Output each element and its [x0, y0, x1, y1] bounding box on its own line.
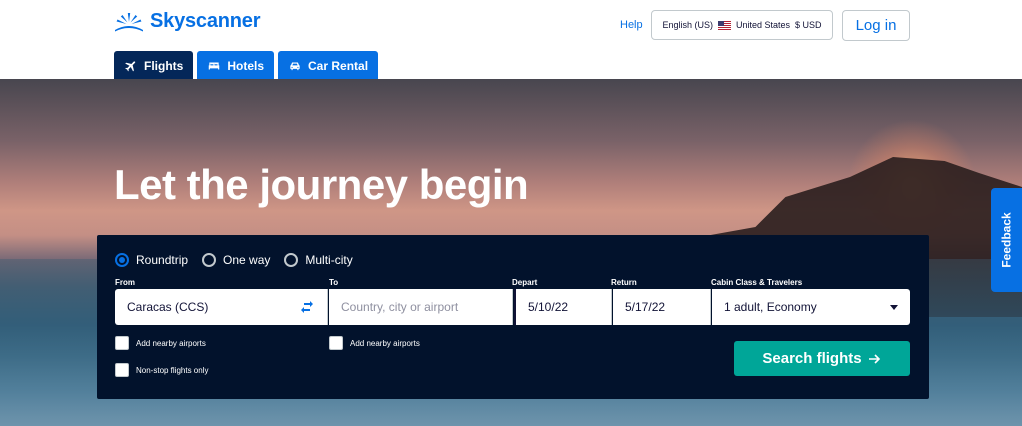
return-label: Return [611, 278, 637, 287]
swap-arrows-icon[interactable] [299, 299, 315, 315]
multi-city-radio[interactable]: Multi-city [284, 253, 353, 267]
depart-label: Depart [512, 278, 538, 287]
flight-search-panel: Roundtrip One way Multi-city From To Dep… [97, 235, 929, 399]
currency-label: $ USD [795, 20, 822, 30]
tab-car-rental[interactable]: Car Rental [278, 51, 379, 80]
radio-checked-icon [115, 253, 129, 267]
feedback-tab[interactable]: Feedback [991, 188, 1022, 292]
plane-icon [125, 60, 136, 71]
add-nearby-from-checkbox[interactable]: Add nearby airports [115, 336, 206, 350]
return-date-input[interactable]: 5/17/22 [613, 289, 711, 325]
cabin-travelers-select[interactable]: 1 adult, Economy [712, 289, 910, 325]
sunrise-logo-icon [115, 12, 143, 31]
nonstop-label: Non-stop flights only [136, 365, 209, 375]
from-value: Caracas (CCS) [127, 300, 209, 314]
login-button[interactable]: Log in [842, 10, 910, 41]
nonstop-checkbox[interactable]: Non-stop flights only [115, 363, 208, 377]
multi-city-label: Multi-city [305, 253, 353, 267]
return-value: 5/17/22 [625, 300, 666, 314]
depart-value: 5/10/22 [528, 300, 569, 314]
bed-icon [209, 62, 220, 69]
site-header: Skyscanner Help English (US) United Stat… [0, 0, 1022, 80]
tab-flights-label: Flights [144, 58, 184, 73]
checkbox-box [115, 336, 129, 350]
tab-hotels[interactable]: Hotels [197, 51, 275, 80]
chevron-down-icon [890, 304, 898, 310]
add-nearby-from-label: Add nearby airports [136, 338, 206, 348]
checkbox-box [115, 363, 129, 377]
one-way-radio[interactable]: One way [202, 253, 270, 267]
cabin-label: Cabin Class & Travelers [711, 278, 803, 287]
search-flights-button[interactable]: Search flights [734, 341, 910, 376]
tab-hotels-label: Hotels [227, 58, 265, 73]
one-way-label: One way [223, 253, 271, 267]
to-input[interactable]: Country, city or airport [329, 289, 513, 325]
car-icon [290, 62, 300, 70]
search-flights-label: Search flights [762, 350, 862, 367]
product-tabs: Flights Hotels Car Rental [114, 51, 379, 80]
language-label: English (US) [662, 20, 713, 30]
depart-date-input[interactable]: 5/10/22 [514, 289, 612, 325]
radio-unchecked-icon [284, 253, 299, 267]
add-nearby-to-label: Add nearby airports [350, 338, 420, 348]
logo-text: Skyscanner [150, 10, 261, 32]
locale-selector-button[interactable]: English (US) United States $ USD [651, 10, 833, 40]
us-flag-icon [717, 20, 731, 30]
from-label: From [115, 278, 135, 287]
feedback-label: Feedback [999, 212, 1014, 268]
checkbox-box [329, 336, 343, 350]
hero-banner: Let the journey begin Roundtrip One way … [0, 79, 1022, 426]
to-label: To [329, 278, 339, 287]
add-nearby-to-checkbox[interactable]: Add nearby airports [329, 336, 420, 350]
to-placeholder: Country, city or airport [341, 300, 459, 314]
roundtrip-label: Roundtrip [136, 253, 189, 267]
radio-unchecked-icon [202, 253, 217, 267]
arrow-right-icon [868, 353, 880, 364]
trip-type-group: Roundtrip One way Multi-city [115, 253, 353, 267]
hero-title: Let the journey begin [114, 161, 529, 208]
roundtrip-radio[interactable]: Roundtrip [115, 253, 188, 267]
skyscanner-logo[interactable]: Skyscanner [114, 10, 260, 33]
help-link[interactable]: Help [620, 19, 643, 31]
from-input[interactable]: Caracas (CCS) [115, 289, 328, 325]
cabin-value: 1 adult, Economy [724, 300, 817, 314]
tab-car-rental-label: Car Rental [308, 58, 369, 73]
country-label: United States [735, 20, 791, 30]
tab-flights[interactable]: Flights [114, 51, 194, 80]
